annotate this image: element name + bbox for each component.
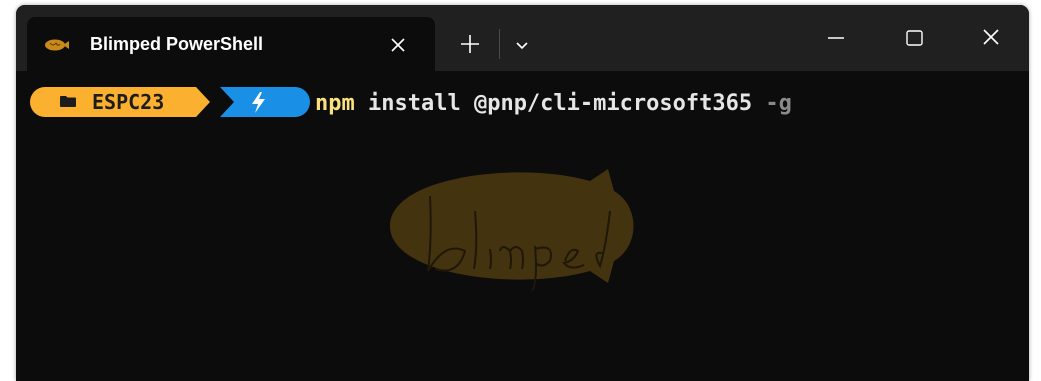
- tab-separator: [499, 29, 500, 59]
- minimize-icon[interactable]: [818, 23, 854, 53]
- close-window-icon[interactable]: [973, 23, 1009, 53]
- close-tab-icon[interactable]: [387, 34, 409, 56]
- folder-icon: [60, 96, 76, 107]
- command-arguments: install @pnp/cli-microsoft365: [354, 91, 766, 116]
- command-flag: -g: [765, 91, 792, 116]
- command-line: npm install @pnp/cli-microsoft365 -g: [315, 89, 792, 119]
- blimped-logo-watermark: [390, 169, 634, 292]
- blimp-icon: [45, 39, 69, 51]
- terminal-window: Blimped PowerShell ESPC23 npm install @p…: [16, 5, 1029, 381]
- maximize-icon[interactable]: [896, 23, 932, 53]
- status-segment: [220, 87, 310, 117]
- chevron-down-icon[interactable]: [512, 35, 532, 55]
- title-bar: Blimped PowerShell: [16, 5, 1029, 71]
- tab-blimped-powershell[interactable]: Blimped PowerShell: [27, 17, 435, 71]
- command-executable: npm: [315, 91, 355, 116]
- tab-title: Blimped PowerShell: [90, 34, 264, 54]
- folder-name: ESPC23: [92, 90, 165, 114]
- terminal-content[interactable]: ESPC23 npm install @pnp/cli-microsoft365…: [16, 71, 1029, 381]
- new-tab-plus-icon[interactable]: [457, 31, 483, 57]
